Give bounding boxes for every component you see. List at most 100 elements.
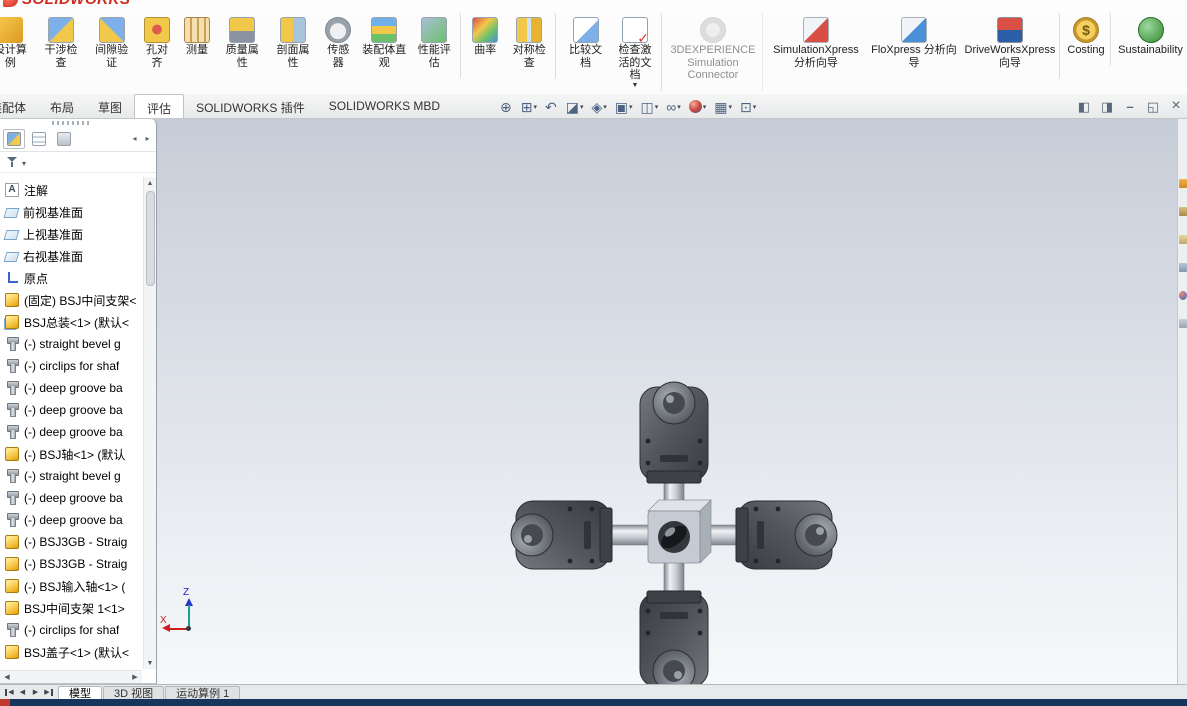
tree-item-origin[interactable]: 原点 [0,267,142,289]
tree-item-deep-groove-bearing-4[interactable]: (-) deep groove ba [0,487,142,509]
tab-evaluate[interactable]: 评估 [134,94,185,118]
tree-item-bsj-input-shaft[interactable]: (-) BSJ输入轴<1> ( [0,575,142,597]
tab-motion-study-1[interactable]: 运动算例 1 [165,686,241,700]
tree-item-bsj-center-bracket-1[interactable]: BSJ中间支架 1<1> [0,597,142,619]
ribbon-button-hole-alignment[interactable]: 孔对齐 [138,12,176,79]
ribbon-button-performance-evaluation[interactable]: 性能评估 [411,12,462,80]
assembly-model[interactable] [478,359,878,706]
ribbon-button-sustainability[interactable]: Sustainability [1116,12,1185,67]
tab-sketch[interactable]: 草图 [86,94,134,118]
viewport-tool-hide-show-items[interactable]: ▾ [664,99,683,115]
tree-item-straight-bevel-gear-1[interactable]: (-) straight bevel g [0,333,142,355]
doc-tab-scroll-next-button[interactable] [29,688,42,696]
close-button[interactable] [1166,96,1186,116]
panel-scroll-left-button[interactable] [129,132,140,146]
ribbon-button-curvature[interactable]: 曲率 [466,12,504,67]
viewport-tool-dynamic-annotation-views[interactable]: ▾ [589,99,608,115]
tree-item-straight-bevel-gear-2[interactable]: (-) straight bevel g [0,465,142,487]
tree-item-front-plane[interactable]: 前视基准面 [0,201,142,223]
minimize-button[interactable] [1120,96,1140,116]
tree-item-annotations[interactable]: 注解 [0,179,142,201]
panel-tab-featuremanager[interactable] [3,128,25,149]
viewport-tool-view-orientation[interactable]: ▾ [613,99,635,115]
scroll-right-icon[interactable] [129,671,141,683]
viewport-tool-edit-appearance[interactable]: ▾ [687,99,709,114]
tree-horizontal-scrollbar[interactable] [0,670,142,683]
tree-item-right-plane[interactable]: 右视基准面 [0,245,142,267]
scroll-down-icon[interactable] [144,657,156,669]
viewport-tool-previous-view[interactable] [543,99,560,115]
ribbon-button-mass-properties[interactable]: 质量属性 [218,12,267,79]
tree-item-bsj-center-bracket-fixed[interactable]: (固定) BSJ中间支架< [0,289,142,311]
ribbon-button-driveworksxpress-wizard[interactable]: DriveWorksXpress 向导 [964,12,1060,80]
tab-solidworks-mbd[interactable]: SOLIDWORKS MBD [317,94,452,118]
tree-item-circlips-1[interactable]: (-) circlips for shaf [0,355,142,377]
doc-tab-scroll-prev-button[interactable] [16,688,29,696]
dropdown-arrow-icon: ▾ [629,103,633,111]
ribbon-button-compare-documents[interactable]: 比较文档 [561,12,610,79]
graphics-viewport[interactable]: Z X [0,119,1177,693]
tree-item-deep-groove-bearing-2[interactable]: (-) deep groove ba [0,399,142,421]
viewport-tool-apply-scene[interactable]: ▾ [712,99,734,115]
viewport-tool-section-view[interactable]: ▾ [564,99,586,115]
ribbon-button-floxpress-wizard[interactable]: FloXpress 分析向导 [866,12,962,79]
scroll-left-icon[interactable] [1,671,13,683]
tree-item-bsj3gb-straight-2[interactable]: (-) BSJ3GB - Straig [0,553,142,575]
scrollbar-thumb[interactable] [146,191,155,286]
viewport-tool-display-style[interactable]: ▾ [639,99,661,115]
ribbon-button-costing[interactable]: Costing [1065,12,1112,67]
tab-layout[interactable]: 布局 [38,94,86,118]
right-pane-toggle-button[interactable] [1097,96,1117,116]
viewport-tool-view-settings[interactable]: ▾ [738,99,758,115]
ribbon-button-label: 剖面属性 [276,44,310,69]
dropdown-arrow-icon[interactable] [22,155,26,169]
tab-3d-views[interactable]: 3D 视图 [103,686,165,700]
taskpane-home-icon[interactable] [1179,179,1187,188]
panel-tab-propertymanager[interactable] [28,129,50,149]
ribbon-button-3dexperience-simulation-connector[interactable]: 3DEXPERIENCE Simulation Connector [667,12,763,92]
doc-tab-scroll-first-button[interactable] [3,688,16,696]
left-pane-toggle-button[interactable] [1074,96,1094,116]
taskpane-view-palette-icon[interactable] [1179,263,1187,272]
panel-scroll-right-button[interactable] [142,132,153,146]
panel-splitter-grip[interactable] [52,121,92,125]
panel-tab-configurationmanager[interactable] [53,129,75,149]
ribbon-button-label: 曲率 [474,44,497,56]
dropdown-arrow-icon: ▾ [533,103,537,111]
viewport-tool-zoom-fit[interactable] [498,99,515,115]
simulation-connector-icon [699,17,726,43]
tree-item-top-plane[interactable]: 上视基准面 [0,223,142,245]
doc-tab-scroll-last-button[interactable] [42,688,55,696]
tree-item-deep-groove-bearing-5[interactable]: (-) deep groove ba [0,509,142,531]
ribbon-button-interference-check[interactable]: 干涉检查 [37,12,86,79]
scroll-up-icon[interactable] [144,177,156,189]
restore-button[interactable] [1143,96,1163,116]
taskpane-design-library-icon[interactable] [1179,207,1187,216]
taskpane-custom-properties-icon[interactable] [1179,319,1187,328]
tree-item-bsj-cover[interactable]: BSJ盖子<1> (默认< [0,641,142,663]
tab-model[interactable]: 模型 [58,686,102,700]
ribbon-button-section-properties[interactable]: 剖面属性 [269,12,318,79]
tree-vertical-scrollbar[interactable] [143,177,156,669]
tree-item-bsj-assembly[interactable]: BSJ总装<1> (默认< [0,311,142,333]
ribbon-button-clearance-verification[interactable]: 间隙验证 [87,12,136,79]
tree-item-deep-groove-bearing-1[interactable]: (-) deep groove ba [0,377,142,399]
tree-item-bsj3gb-straight-1[interactable]: (-) BSJ3GB - Straig [0,531,142,553]
tree-item-circlips-2[interactable]: (-) circlips for shaf [0,619,142,641]
tab-assembly[interactable]: 装配体 [0,94,38,118]
ribbon-button-check-active-document[interactable]: 检查激活的文档 ▼ [612,12,662,92]
ribbon-button-simulationxpress-wizard[interactable]: SimulationXpress 分析向导 [768,12,864,79]
ribbon-button-measure[interactable]: 测量 [178,12,216,67]
ribbon-button-design-study[interactable]: 设计算例 [0,12,35,79]
filter-funnel-icon[interactable] [6,156,18,168]
ribbon-button-sensors[interactable]: 传感器 [319,12,357,79]
taskpane-file-explorer-icon[interactable] [1179,235,1187,244]
ribbon-button-symmetry-check[interactable]: 对称检查 [506,12,557,80]
ribbon-button-assembly-visualization[interactable]: 装配体直观 [359,12,409,79]
tree-item-deep-groove-bearing-3[interactable]: (-) deep groove ba [0,421,142,443]
viewport-tool-zoom-area[interactable]: ▾ [519,99,539,115]
dropdown-arrow-icon: ▾ [603,103,607,111]
taskpane-appearances-icon[interactable] [1179,291,1187,300]
tab-solidworks-addins[interactable]: SOLIDWORKS 插件 [184,94,317,118]
tree-item-bsj-shaft[interactable]: (-) BSJ轴<1> (默认 [0,443,142,465]
